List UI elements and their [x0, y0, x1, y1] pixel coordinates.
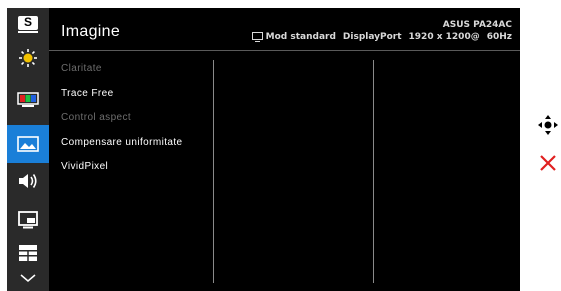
pip-icon: [18, 211, 38, 229]
main-panel: Imagine ASUS PA24AC Mod standard Display…: [49, 8, 520, 291]
brightness-icon: [19, 49, 37, 67]
input-label: DisplayPort: [342, 32, 402, 42]
mode-label: Mod standard: [265, 32, 336, 42]
menu-item-compensare-uniformitate[interactable]: Compensare uniformitate: [61, 137, 182, 148]
model-name: ASUS PA24AC: [442, 20, 512, 30]
menu-item-trace-free[interactable]: Trace Free: [61, 88, 114, 99]
sidebar-item-image[interactable]: [7, 125, 49, 163]
navigate-icon: [538, 115, 558, 135]
resolution-label: 1920 x 1200@: [408, 32, 480, 42]
menu-item-claritate[interactable]: Claritate: [61, 63, 102, 74]
column-divider-2: [373, 60, 374, 283]
splendid-logo-letter: S: [23, 15, 32, 29]
column-divider-1: [213, 60, 214, 283]
sidebar-item-color[interactable]: [7, 83, 49, 117]
sidebar-item-brightness[interactable]: [7, 41, 49, 75]
menu-item-control-aspect[interactable]: Control aspect: [61, 112, 131, 123]
page-title: Imagine: [61, 23, 121, 40]
close-icon: [540, 155, 556, 171]
sound-icon: [19, 174, 37, 188]
sidebar: S: [7, 8, 49, 291]
osd-menu: S Imagine ASUS PA24AC Mod standard Displ…: [7, 8, 520, 291]
chevron-down-icon: [20, 273, 36, 282]
image-icon: [17, 136, 39, 152]
quickfit-icon: [19, 245, 37, 261]
sidebar-item-sound[interactable]: [7, 164, 49, 198]
navigate-button[interactable]: [538, 115, 558, 135]
header-divider: [49, 50, 520, 51]
menu-item-vividpixel[interactable]: VividPixel: [61, 161, 108, 172]
sidebar-item-more[interactable]: [7, 264, 49, 291]
refresh-label: 60Hz: [486, 32, 512, 42]
color-icon: [17, 92, 39, 107]
monitor-icon: [251, 32, 263, 42]
sidebar-item-pip[interactable]: [7, 203, 49, 237]
close-button[interactable]: [538, 153, 558, 173]
status-bar: Mod standard DisplayPort 1920 x 1200@ 60…: [251, 32, 512, 42]
splendid-logo[interactable]: S: [7, 8, 49, 38]
